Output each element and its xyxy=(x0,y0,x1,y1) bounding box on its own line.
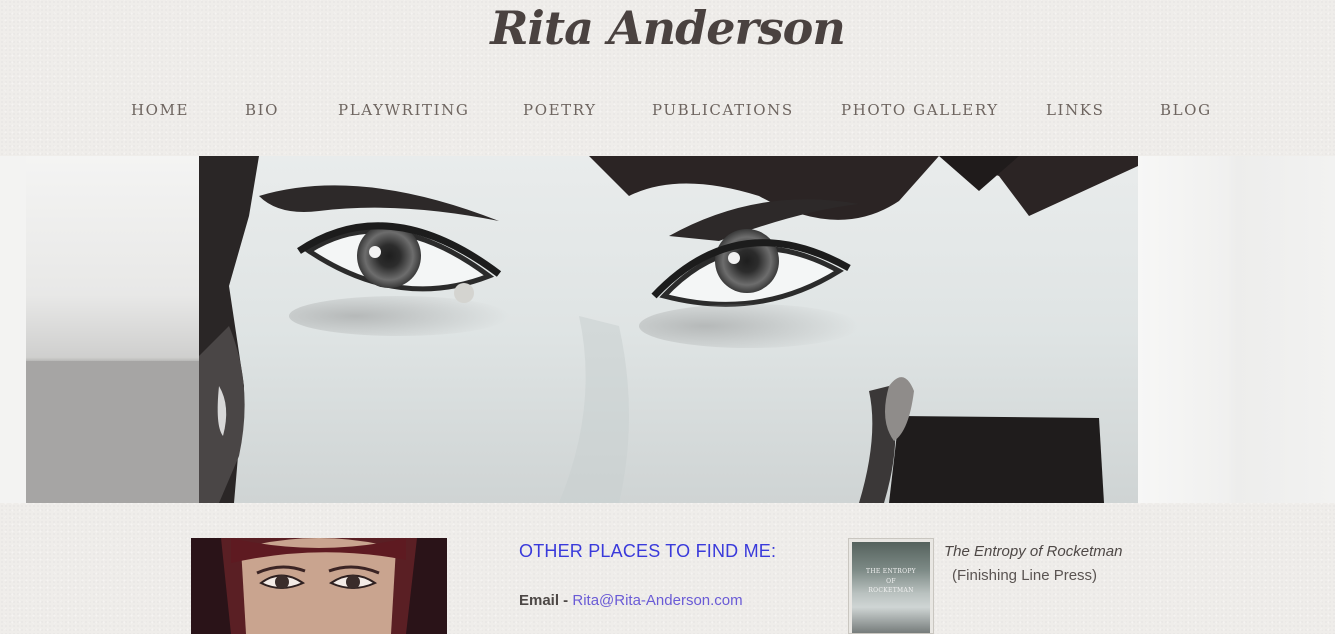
email-link[interactable]: Rita@Rita-Anderson.com xyxy=(572,592,742,609)
nav-bio[interactable]: BIO xyxy=(245,98,279,122)
email-row: Email - Rita@Rita-Anderson.com xyxy=(519,592,743,609)
header-banner-image xyxy=(0,156,1335,503)
site-title[interactable]: Rita Anderson xyxy=(0,0,1335,60)
nav-playwriting[interactable]: PLAYWRITING xyxy=(338,98,469,122)
email-label: Email - xyxy=(519,592,573,609)
book-cover-image[interactable]: THE ENTROPY OF ROCKETMAN xyxy=(848,538,934,634)
cover-text-line3: ROCKETMAN xyxy=(868,587,914,594)
other-places-heading: OTHER PLACES TO FIND ME: xyxy=(519,541,777,561)
nav-poetry[interactable]: POETRY xyxy=(523,98,597,122)
nav-publications[interactable]: PUBLICATIONS xyxy=(652,98,794,122)
cover-text-line1: THE ENTROPY xyxy=(866,568,916,575)
nav-blog[interactable]: BLOG xyxy=(1160,98,1212,122)
banner-left-panel xyxy=(26,156,199,503)
cover-text-line2: OF xyxy=(886,578,896,585)
banner-right-panel xyxy=(1138,156,1335,503)
book-publisher: (Finishing Line Press) xyxy=(952,567,1098,584)
book-title: The Entropy of Rocketman xyxy=(944,543,1123,560)
nav-home[interactable]: HOME xyxy=(131,98,189,122)
eyes-portrait-photo xyxy=(199,156,1138,503)
main-nav: HOME BIO PLAYWRITING POETRY PUBLICATIONS… xyxy=(0,98,1335,122)
nav-links[interactable]: LINKS xyxy=(1046,98,1105,122)
profile-photo xyxy=(191,538,447,634)
nav-photo-gallery[interactable]: PHOTO GALLERY xyxy=(841,98,999,122)
book-cover-art: THE ENTROPY OF ROCKETMAN xyxy=(852,542,930,633)
